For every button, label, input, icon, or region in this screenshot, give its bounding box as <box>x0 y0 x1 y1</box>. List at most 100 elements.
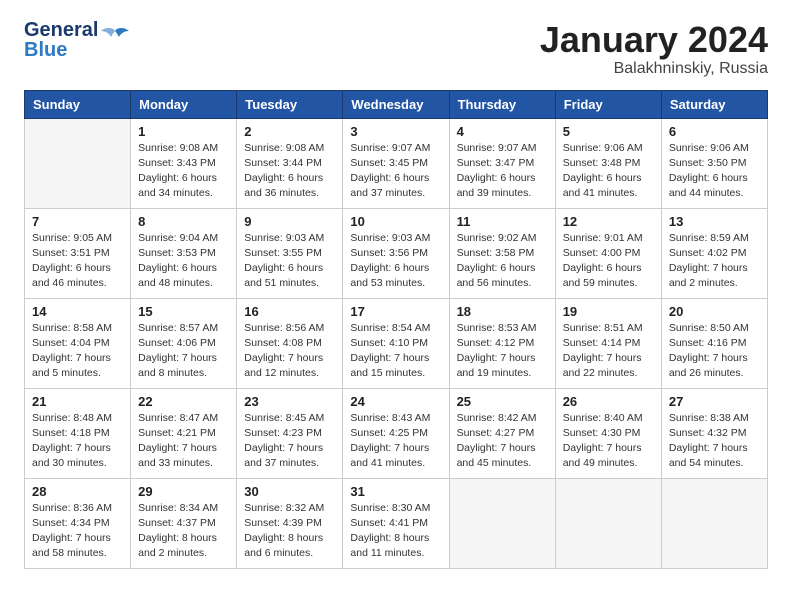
calendar-header-row: Sunday Monday Tuesday Wednesday Thursday… <box>25 90 768 118</box>
day-info: Sunrise: 8:53 AMSunset: 4:12 PMDaylight:… <box>457 321 548 382</box>
day-info: Sunrise: 9:08 AMSunset: 3:43 PMDaylight:… <box>138 141 229 202</box>
day-number: 7 <box>32 214 123 229</box>
day-number: 16 <box>244 304 335 319</box>
day-number: 23 <box>244 394 335 409</box>
day-info: Sunrise: 9:03 AMSunset: 3:55 PMDaylight:… <box>244 231 335 292</box>
day-info: Sunrise: 8:45 AMSunset: 4:23 PMDaylight:… <box>244 411 335 472</box>
day-number: 5 <box>563 124 654 139</box>
day-number: 4 <box>457 124 548 139</box>
day-info: Sunrise: 9:07 AMSunset: 3:45 PMDaylight:… <box>350 141 441 202</box>
calendar-cell: 2 Sunrise: 9:08 AMSunset: 3:44 PMDaylight… <box>237 118 343 208</box>
day-number: 6 <box>669 124 760 139</box>
calendar-cell: 5 Sunrise: 9:06 AMSunset: 3:48 PMDaylight… <box>555 118 661 208</box>
day-number: 1 <box>138 124 229 139</box>
calendar-cell: 31 Sunrise: 8:30 AMSunset: 4:41 PMDayligh… <box>343 478 449 568</box>
day-number: 28 <box>32 484 123 499</box>
day-number: 9 <box>244 214 335 229</box>
day-info: Sunrise: 8:54 AMSunset: 4:10 PMDaylight:… <box>350 321 441 382</box>
calendar-cell: 19Sunrise: 8:51 AMSunset: 4:14 PMDayligh… <box>555 298 661 388</box>
calendar-cell: 27Sunrise: 8:38 AMSunset: 4:32 PMDayligh… <box>661 388 767 478</box>
title-block: January 2024 Balakhninskiy, Russia <box>540 20 768 78</box>
calendar-table: Sunday Monday Tuesday Wednesday Thursday… <box>24 90 768 569</box>
calendar-cell: 21Sunrise: 8:48 AMSunset: 4:18 PMDayligh… <box>25 388 131 478</box>
day-info: Sunrise: 9:08 AMSunset: 3:44 PMDaylight:… <box>244 141 335 202</box>
calendar-cell: 26 Sunrise: 8:40 AMSunset: 4:30 PMDayligh… <box>555 388 661 478</box>
day-info: Sunrise: 9:03 AMSunset: 3:56 PMDaylight:… <box>350 231 441 292</box>
day-info: Sunrise: 8:36 AMSunset: 4:34 PMDaylight:… <box>32 501 123 562</box>
day-number: 31 <box>350 484 441 499</box>
day-info: Sunrise: 8:56 AMSunset: 4:08 PMDaylight:… <box>244 321 335 382</box>
col-friday: Friday <box>555 90 661 118</box>
calendar-cell: 23 Sunrise: 8:45 AMSunset: 4:23 PMDayligh… <box>237 388 343 478</box>
calendar-cell <box>661 478 767 568</box>
day-info: Sunrise: 8:38 AMSunset: 4:32 PMDaylight:… <box>669 411 760 472</box>
day-info: Sunrise: 9:04 AMSunset: 3:53 PMDaylight:… <box>138 231 229 292</box>
day-info: Sunrise: 8:43 AMSunset: 4:25 PMDaylight:… <box>350 411 441 472</box>
day-info: Sunrise: 8:42 AMSunset: 4:27 PMDaylight:… <box>457 411 548 472</box>
day-number: 26 <box>563 394 654 409</box>
calendar-cell: 10 Sunrise: 9:03 AMSunset: 3:56 PMDayligh… <box>343 208 449 298</box>
logo: General Blue <box>24 20 129 60</box>
day-number: 11 <box>457 214 548 229</box>
calendar-cell: 22 Sunrise: 8:47 AMSunset: 4:21 PMDayligh… <box>131 388 237 478</box>
day-number: 10 <box>350 214 441 229</box>
calendar-cell: 8 Sunrise: 9:04 AMSunset: 3:53 PMDaylight… <box>131 208 237 298</box>
page: General Blue January 2024 Balakhninskiy,… <box>0 0 792 589</box>
day-info: Sunrise: 9:07 AMSunset: 3:47 PMDaylight:… <box>457 141 548 202</box>
day-info: Sunrise: 8:30 AMSunset: 4:41 PMDaylight:… <box>350 501 441 562</box>
calendar-week-row: 21Sunrise: 8:48 AMSunset: 4:18 PMDayligh… <box>25 388 768 478</box>
day-info: Sunrise: 8:50 AMSunset: 4:16 PMDaylight:… <box>669 321 760 382</box>
header: General Blue January 2024 Balakhninskiy,… <box>24 20 768 78</box>
day-info: Sunrise: 8:47 AMSunset: 4:21 PMDaylight:… <box>138 411 229 472</box>
calendar-week-row: 14Sunrise: 8:58 AMSunset: 4:04 PMDayligh… <box>25 298 768 388</box>
day-number: 18 <box>457 304 548 319</box>
logo-name: General Blue <box>24 20 98 60</box>
day-info: Sunrise: 9:06 AMSunset: 3:48 PMDaylight:… <box>563 141 654 202</box>
day-number: 25 <box>457 394 548 409</box>
calendar-cell: 3 Sunrise: 9:07 AMSunset: 3:45 PMDaylight… <box>343 118 449 208</box>
day-number: 29 <box>138 484 229 499</box>
day-info: Sunrise: 9:05 AMSunset: 3:51 PMDaylight:… <box>32 231 123 292</box>
day-number: 2 <box>244 124 335 139</box>
day-number: 30 <box>244 484 335 499</box>
calendar-cell: 1 Sunrise: 9:08 AMSunset: 3:43 PMDaylight… <box>131 118 237 208</box>
calendar-cell: 12Sunrise: 9:01 AMSunset: 4:00 PMDayligh… <box>555 208 661 298</box>
day-number: 15 <box>138 304 229 319</box>
day-info: Sunrise: 9:06 AMSunset: 3:50 PMDaylight:… <box>669 141 760 202</box>
calendar-cell: 25 Sunrise: 8:42 AMSunset: 4:27 PMDayligh… <box>449 388 555 478</box>
day-info: Sunrise: 8:34 AMSunset: 4:37 PMDaylight:… <box>138 501 229 562</box>
calendar-title: January 2024 <box>540 20 768 60</box>
logo-bird-icon <box>101 27 129 49</box>
day-number: 12 <box>563 214 654 229</box>
day-info: Sunrise: 8:40 AMSunset: 4:30 PMDaylight:… <box>563 411 654 472</box>
calendar-cell: 16 Sunrise: 8:56 AMSunset: 4:08 PMDayligh… <box>237 298 343 388</box>
day-number: 21 <box>32 394 123 409</box>
day-number: 3 <box>350 124 441 139</box>
day-number: 13 <box>669 214 760 229</box>
day-info: Sunrise: 8:59 AMSunset: 4:02 PMDaylight:… <box>669 231 760 292</box>
day-number: 22 <box>138 394 229 409</box>
logo-general: General <box>24 20 98 40</box>
calendar-cell: 24 Sunrise: 8:43 AMSunset: 4:25 PMDayligh… <box>343 388 449 478</box>
day-number: 19 <box>563 304 654 319</box>
calendar-cell: 28 Sunrise: 8:36 AMSunset: 4:34 PMDayligh… <box>25 478 131 568</box>
calendar-week-row: 28 Sunrise: 8:36 AMSunset: 4:34 PMDayligh… <box>25 478 768 568</box>
calendar-cell: 18 Sunrise: 8:53 AMSunset: 4:12 PMDayligh… <box>449 298 555 388</box>
day-number: 24 <box>350 394 441 409</box>
day-number: 8 <box>138 214 229 229</box>
logo-text-block: General Blue <box>24 20 98 60</box>
calendar-cell: 13 Sunrise: 8:59 AMSunset: 4:02 PMDayligh… <box>661 208 767 298</box>
calendar-cell: 20Sunrise: 8:50 AMSunset: 4:16 PMDayligh… <box>661 298 767 388</box>
col-thursday: Thursday <box>449 90 555 118</box>
day-number: 14 <box>32 304 123 319</box>
col-wednesday: Wednesday <box>343 90 449 118</box>
day-info: Sunrise: 8:32 AMSunset: 4:39 PMDaylight:… <box>244 501 335 562</box>
calendar-cell: 9 Sunrise: 9:03 AMSunset: 3:55 PMDaylight… <box>237 208 343 298</box>
calendar-cell: 6 Sunrise: 9:06 AMSunset: 3:50 PMDaylight… <box>661 118 767 208</box>
col-monday: Monday <box>131 90 237 118</box>
calendar-cell: 14Sunrise: 8:58 AMSunset: 4:04 PMDayligh… <box>25 298 131 388</box>
calendar-location: Balakhninskiy, Russia <box>540 60 768 78</box>
col-tuesday: Tuesday <box>237 90 343 118</box>
day-info: Sunrise: 9:02 AMSunset: 3:58 PMDaylight:… <box>457 231 548 292</box>
day-info: Sunrise: 8:57 AMSunset: 4:06 PMDaylight:… <box>138 321 229 382</box>
